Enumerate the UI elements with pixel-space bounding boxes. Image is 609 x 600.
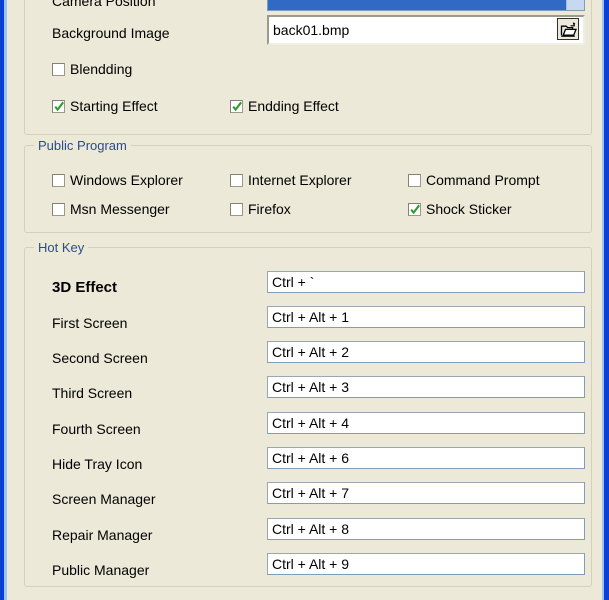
checkbox-box[interactable]: [52, 174, 65, 187]
hotkey-input-second-screen[interactable]: Ctrl + Alt + 2: [267, 341, 585, 363]
hotkey-label-screen-manager: Screen Manager: [52, 491, 156, 507]
checkbox-shock-sticker[interactable]: Shock Sticker: [408, 202, 512, 216]
checkbox-box[interactable]: [52, 203, 65, 216]
background-image-value: back01.bmp: [273, 22, 349, 38]
open-folder-icon: [560, 22, 577, 37]
checkbox-box[interactable]: [52, 100, 65, 113]
hotkey-input-screen-manager[interactable]: Ctrl + Alt + 7: [267, 482, 585, 504]
checkmark-icon: [232, 100, 243, 113]
checkbox-starting-effect[interactable]: Starting Effect: [52, 99, 158, 113]
hotkey-label-fourth-screen: Fourth Screen: [52, 421, 141, 437]
hotkey-input-fourth-screen[interactable]: Ctrl + Alt + 4: [267, 412, 585, 434]
hotkey-value: Ctrl + Alt + 2: [272, 344, 349, 360]
browse-button[interactable]: [557, 18, 579, 40]
hotkey-value: Ctrl + Alt + 9: [272, 556, 349, 572]
checkbox-label: Internet Explorer: [248, 173, 352, 187]
checkbox-label: Firefox: [248, 202, 291, 216]
hotkey-value: Ctrl + Alt + 4: [272, 415, 349, 431]
public-program-title: Public Program: [34, 138, 131, 153]
hotkey-input-public-manager[interactable]: Ctrl + Alt + 9: [267, 553, 585, 575]
window-client-area: Camera Position Background Image back01.…: [8, 0, 608, 600]
checkbox-box[interactable]: [408, 174, 421, 187]
checkbox-box[interactable]: [52, 63, 65, 76]
hotkey-value: Ctrl + Alt + 8: [272, 521, 349, 537]
checkbox-label: Command Prompt: [426, 173, 540, 187]
hotkey-value: Ctrl + `: [272, 274, 314, 290]
hotkey-label-first-screen: First Screen: [52, 315, 127, 331]
hotkey-label-third-screen: Third Screen: [52, 385, 132, 401]
background-image-input[interactable]: back01.bmp: [267, 15, 585, 45]
background-image-label: Background Image: [52, 25, 170, 41]
checkbox-label: Endding Effect: [248, 99, 339, 113]
checkbox-label: Starting Effect: [70, 99, 158, 113]
checkbox-box[interactable]: [230, 100, 243, 113]
hotkey-label-repair-manager: Repair Manager: [52, 527, 152, 543]
camera-position-value: [268, 0, 566, 10]
hotkey-label-3d-effect: 3D Effect: [52, 279, 117, 296]
checkbox-label: Blendding: [70, 62, 132, 76]
hotkey-label-public-manager: Public Manager: [52, 562, 149, 578]
settings-window: Camera Position Background Image back01.…: [0, 0, 609, 600]
camera-position-combo[interactable]: [267, 0, 585, 11]
checkbox-windows-explorer[interactable]: Windows Explorer: [52, 173, 183, 187]
chevron-down-icon[interactable]: [566, 0, 584, 10]
hotkey-input-repair-manager[interactable]: Ctrl + Alt + 8: [267, 518, 585, 540]
checkbox-endding-effect[interactable]: Endding Effect: [230, 99, 339, 113]
checkbox-internet-explorer[interactable]: Internet Explorer: [230, 173, 352, 187]
hotkey-value: Ctrl + Alt + 7: [272, 485, 349, 501]
hotkey-value: Ctrl + Alt + 3: [272, 379, 349, 395]
checkbox-box[interactable]: [230, 203, 243, 216]
hotkey-value: Ctrl + Alt + 1: [272, 309, 349, 325]
hotkey-label-hide-tray-icon: Hide Tray Icon: [52, 456, 142, 472]
hot-key-title: Hot Key: [34, 240, 88, 255]
checkbox-box[interactable]: [408, 203, 421, 216]
checkbox-firefox[interactable]: Firefox: [230, 202, 291, 216]
checkbox-label: Shock Sticker: [426, 202, 512, 216]
hotkey-input-3d-effect[interactable]: Ctrl + `: [267, 271, 585, 293]
checkmark-icon: [54, 100, 65, 113]
checkbox-label: Windows Explorer: [70, 173, 183, 187]
hotkey-input-first-screen[interactable]: Ctrl + Alt + 1: [267, 306, 585, 328]
hotkey-input-hide-tray-icon[interactable]: Ctrl + Alt + 6: [267, 447, 585, 469]
hotkey-value: Ctrl + Alt + 6: [272, 450, 349, 466]
checkbox-msn-messenger[interactable]: Msn Messenger: [52, 202, 170, 216]
checkbox-label: Msn Messenger: [70, 202, 170, 216]
checkmark-icon: [410, 203, 421, 216]
checkbox-command-prompt[interactable]: Command Prompt: [408, 173, 540, 187]
camera-position-label: Camera Position: [52, 0, 156, 9]
public-program-group: Public Program: [24, 145, 592, 233]
hotkey-label-second-screen: Second Screen: [52, 350, 148, 366]
checkbox-box[interactable]: [230, 174, 243, 187]
checkbox-blendding[interactable]: Blendding: [52, 62, 132, 76]
hotkey-input-third-screen[interactable]: Ctrl + Alt + 3: [267, 376, 585, 398]
